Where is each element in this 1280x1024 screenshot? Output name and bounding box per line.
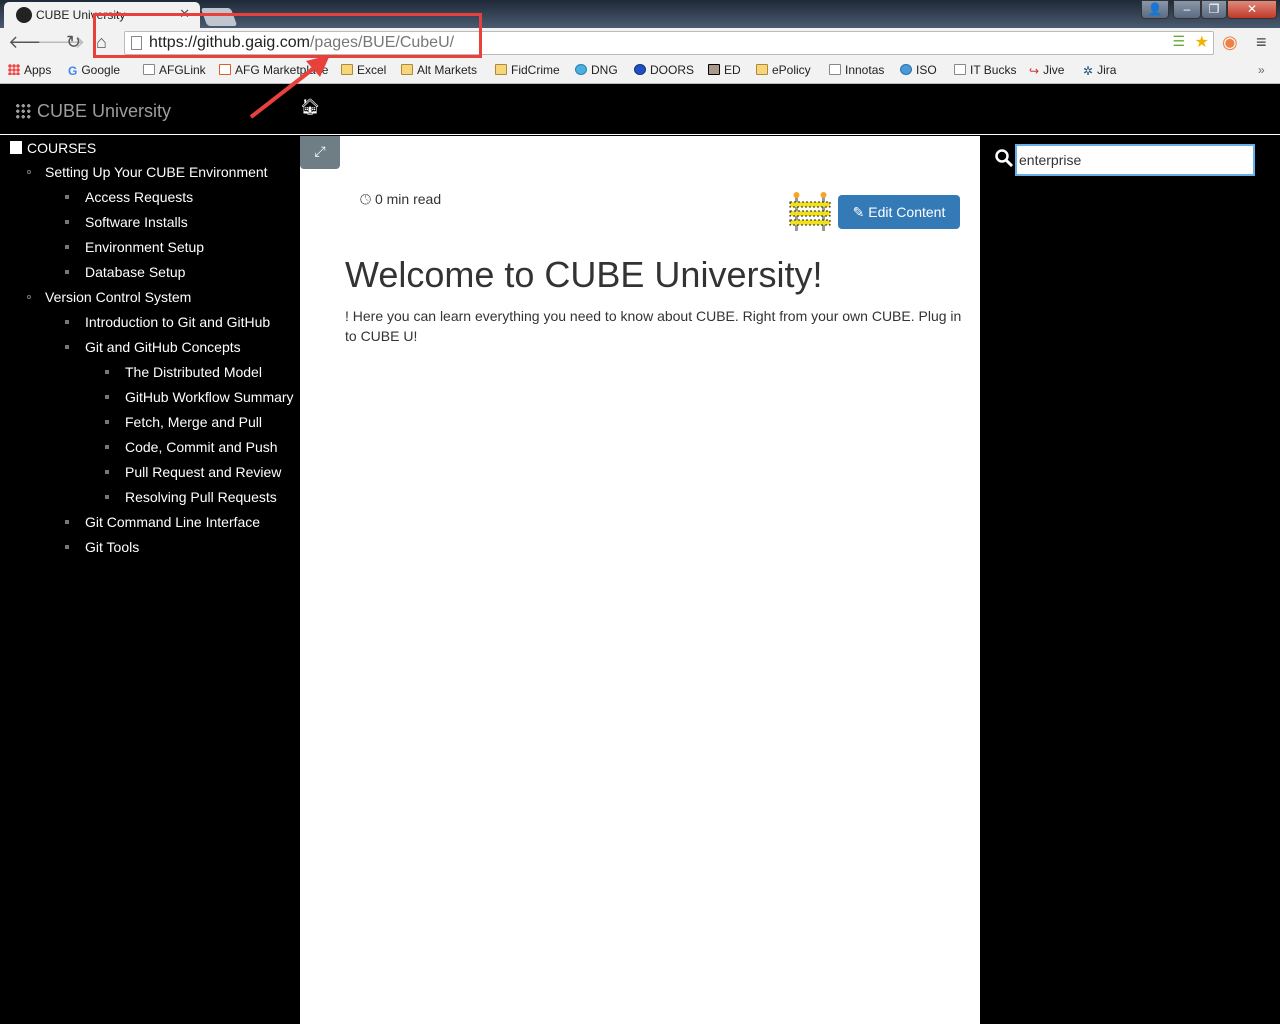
bullet-icon [105,470,109,474]
sidebar-item[interactable]: Fetch, Merge and Pull [105,414,262,430]
sidebar-item-label: Resolving Pull Requests [125,489,277,505]
sidebar-item[interactable]: Introduction to Git and GitHub [65,314,271,330]
bookmark-innotas[interactable]: Innotas [829,63,884,77]
sidebar-item-label: Environment Setup [85,239,205,255]
intro-text: ! Here you can learn everything you need… [345,308,962,344]
bullet-icon [105,495,109,499]
bullet-icon [65,220,69,224]
sidebar-item[interactable]: Resolving Pull Requests [105,489,277,505]
main-content: ⤢ 🕓︎ 0 min read ✎ Edit Content Welcome t… [300,136,980,1024]
sidebar-item-label: Code, Commit and Push [125,439,278,455]
brand-label: CUBE University [37,101,172,121]
annotation-box [93,13,482,58]
bookmark-it-bucks[interactable]: IT Bucks [954,63,1016,77]
bullet-icon [65,345,69,349]
brand-link[interactable]: CUBE University [15,101,171,122]
menu-icon[interactable]: ≡ [1256,32,1267,52]
extension-icon[interactable]: ☰ [1172,33,1185,50]
github-icon [16,7,32,23]
bookmark-apps[interactable]: Apps [8,63,51,77]
bookmark-jira[interactable]: ✲ Jira [1083,63,1116,78]
bookmark-ed[interactable]: ED [708,63,741,77]
sidebar-item[interactable]: Environment Setup [65,239,205,255]
bullet-icon [65,520,69,524]
user-icon[interactable]: 👤 [1141,0,1169,19]
star-icon[interactable]: ★ [1195,32,1209,52]
sidebar-item[interactable]: Version Control System [27,289,192,305]
bullet-icon [65,545,69,549]
bookmarks-bar: Apps G Google AFGLink AFG Marketplace Exc… [0,56,1280,84]
sidebar-item-label: Pull Request and Review [125,464,282,480]
sidebar-item[interactable]: Git Tools [65,539,140,555]
sidebar-item[interactable]: Code, Commit and Push [105,439,278,455]
sidebar-item-label: Software Installs [85,214,188,230]
bullet-icon [65,270,69,274]
expand-button[interactable]: ⤢ [300,136,340,169]
sidebar-item-label: Git and GitHub Concepts [85,339,241,355]
sidebar-item-label: Database Setup [85,264,186,280]
pencil-icon: ✎ [852,204,865,220]
sidebar-item[interactable]: Setting Up Your CUBE Environment [27,164,268,180]
bookmark-epolicy[interactable]: ePolicy [756,63,811,77]
bullet-icon [27,295,31,299]
sidebar-item[interactable]: Database Setup [65,264,186,280]
bullet-icon [65,320,69,324]
bullet-icon [65,245,69,249]
bullet-icon [105,370,109,374]
bookmark-doors[interactable]: DOORS [634,63,694,77]
sidebar-item-label: The Distributed Model [125,364,262,380]
sidebar-item[interactable]: Pull Request and Review [105,464,282,480]
courses-heading: COURSES [10,140,96,156]
bookmark-fidcrime[interactable]: FidCrime [495,63,560,77]
bullet-icon [27,170,31,174]
bullet-icon [105,420,109,424]
bookmark-afglink[interactable]: AFGLink [143,63,206,77]
book-icon [10,141,22,154]
sidebar-item[interactable]: Git Command Line Interface [65,514,261,530]
bookmark-google[interactable]: G Google [68,63,120,78]
sidebar-item-label: Version Control System [45,289,192,305]
sidebar-item-label: Introduction to Git and GitHub [85,314,271,330]
sidebar-item-label: Setting Up Your CUBE Environment [45,164,268,180]
under-construction-icon [789,192,831,231]
search-icon [995,149,1014,168]
restore-button[interactable]: ❐ [1201,0,1227,19]
bullet-icon [65,195,69,199]
sidebar-item[interactable]: Software Installs [65,214,188,230]
sidebar-item[interactable]: GitHub Workflow Summary [105,389,294,405]
grid-icon [15,103,31,119]
minimize-button[interactable]: – [1173,0,1201,19]
clock-icon: 🕓︎ [360,191,372,207]
bullet-icon [105,395,109,399]
close-window-button[interactable]: ✕ [1227,0,1277,19]
rss-icon[interactable]: ◉ [1222,32,1238,52]
right-panel [980,136,1280,1024]
page-title: Welcome to CUBE University! [345,254,823,295]
sidebar-item-label: Git Command Line Interface [85,514,261,530]
sidebar-item-label: Git Tools [85,539,140,555]
sidebar-item[interactable]: The Distributed Model [105,364,262,380]
bookmark-iso[interactable]: ISO [900,63,937,77]
bookmark-alt-markets[interactable]: Alt Markets [401,63,477,77]
more-bookmarks-icon[interactable]: » [1258,63,1265,77]
reload-icon[interactable]: ↻ [66,32,81,52]
app-navbar: CUBE University 🏠︎ [0,85,1280,135]
edit-content-button[interactable]: ✎ Edit Content [838,195,960,229]
sidebar-item[interactable]: Access Requests [65,189,194,205]
bullet-icon [105,445,109,449]
bookmark-jive[interactable]: ↪ Jive [1029,63,1064,78]
bookmark-dng[interactable]: DNG [575,63,618,77]
read-time: 🕓︎ 0 min read [360,191,442,207]
expand-icon: ⤢ [314,143,326,159]
annotation-arrow [249,55,330,119]
sidebar: COURSES Setting Up Your CUBE Environment… [0,136,300,1024]
sidebar-item-label: Fetch, Merge and Pull [125,414,262,430]
sidebar-item-label: Access Requests [85,189,194,205]
sidebar-item[interactable]: Git and GitHub Concepts [65,339,241,355]
sidebar-item-label: GitHub Workflow Summary [125,389,294,405]
search-input[interactable] [1015,144,1255,176]
